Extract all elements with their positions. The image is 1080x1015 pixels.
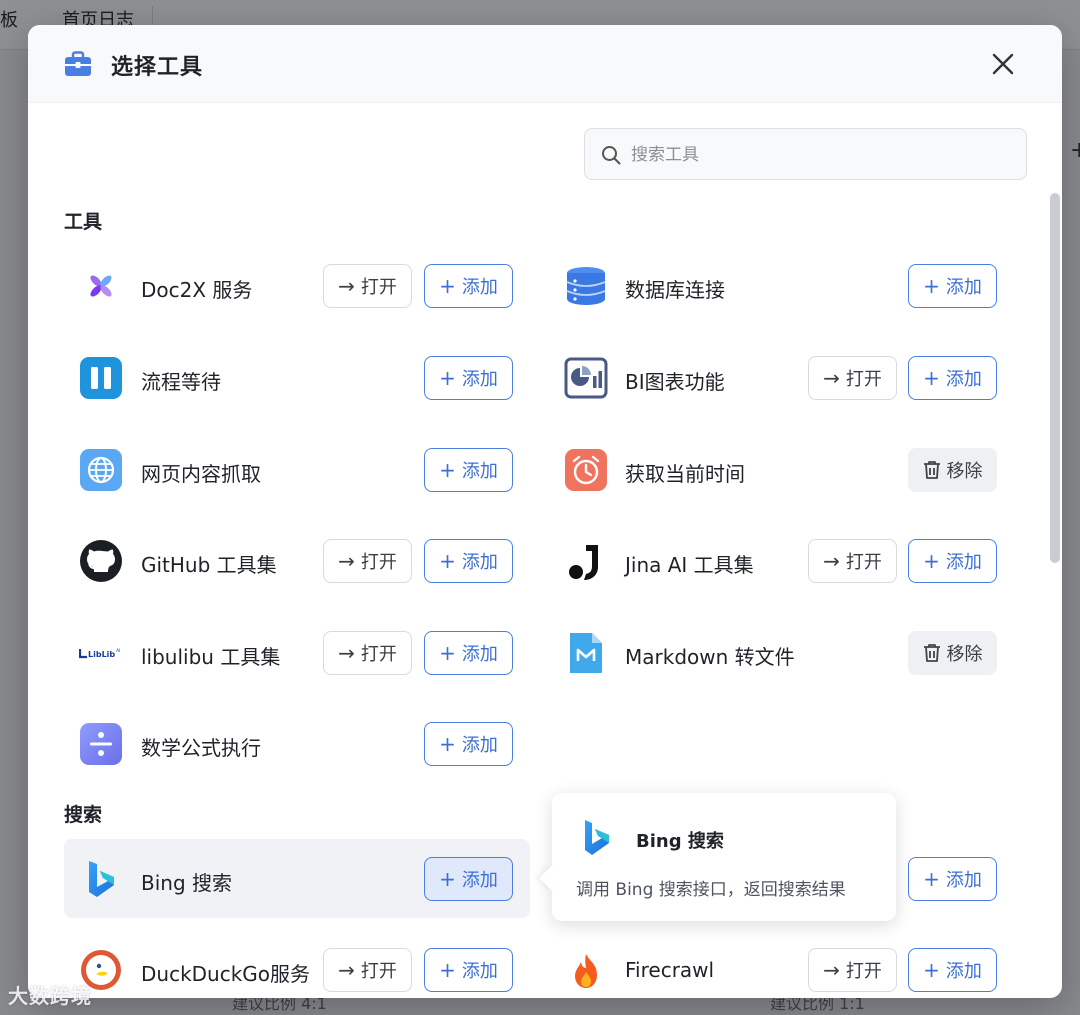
plus-icon: + bbox=[439, 732, 456, 756]
svg-text:AI: AI bbox=[116, 648, 120, 654]
trash-icon bbox=[923, 644, 940, 662]
arrow-right-icon: → bbox=[823, 549, 840, 573]
tooltip-title: Bing 搜索 bbox=[636, 831, 724, 852]
add-button-math[interactable]: + 添加 bbox=[424, 722, 513, 766]
open-button-doc2x[interactable]: → 打开 bbox=[323, 264, 412, 308]
tool-name: 数据库连接 bbox=[625, 278, 725, 302]
tool-name: Markdown 转文件 bbox=[625, 645, 795, 669]
modal-header: 选择工具 bbox=[28, 25, 1062, 103]
select-tool-modal: 选择工具 工具 Doc2X 服务 →打开 +添加 数据库连接 +添加 bbox=[28, 25, 1062, 998]
arrow-right-icon: → bbox=[338, 274, 355, 298]
github-icon bbox=[80, 540, 122, 582]
add-button-duckduckgo[interactable]: + 添加 bbox=[424, 948, 513, 992]
firecrawl-icon bbox=[575, 954, 597, 988]
tool-name: 数学公式执行 bbox=[141, 736, 261, 760]
arrow-right-icon: → bbox=[823, 958, 840, 982]
open-button-liblib[interactable]: → 打开 bbox=[323, 631, 412, 675]
trash-icon bbox=[923, 461, 940, 479]
tool-name: GitHub 工具集 bbox=[141, 553, 277, 577]
add-button-liblib[interactable]: + 添加 bbox=[424, 631, 513, 675]
tool-name: Jina AI 工具集 bbox=[625, 553, 754, 577]
plus-icon: + bbox=[439, 549, 456, 573]
add-button-firecrawl[interactable]: + 添加 bbox=[908, 948, 997, 992]
search-input[interactable] bbox=[631, 139, 1011, 171]
search-box bbox=[584, 128, 1027, 180]
tooltip-description: 调用 Bing 搜索接口，返回搜索结果 bbox=[576, 880, 846, 900]
toolbox-icon bbox=[65, 51, 91, 76]
search-icon bbox=[602, 146, 621, 165]
add-button-jina[interactable]: + 添加 bbox=[908, 539, 997, 583]
tool-name: Doc2X 服务 bbox=[141, 278, 253, 302]
tooltip: Bing 搜索 调用 Bing 搜索接口，返回搜索结果 bbox=[552, 793, 896, 921]
scrollbar[interactable] bbox=[1050, 193, 1060, 563]
close-icon[interactable] bbox=[988, 49, 1018, 79]
bi-chart-icon bbox=[564, 357, 608, 399]
arrow-right-icon: → bbox=[338, 641, 355, 665]
bing-icon bbox=[585, 820, 609, 855]
add-button-search-right[interactable]: + 添加 bbox=[908, 857, 997, 901]
plus-icon: + bbox=[439, 274, 456, 298]
open-button-jina[interactable]: → 打开 bbox=[808, 539, 897, 583]
plus-icon: + bbox=[923, 958, 940, 982]
plus-icon: + bbox=[439, 958, 456, 982]
tool-name: 网页内容抓取 bbox=[141, 462, 261, 486]
section-label-tools: 工具 bbox=[64, 211, 103, 233]
open-button-github[interactable]: → 打开 bbox=[323, 539, 412, 583]
modal-title: 选择工具 bbox=[111, 55, 204, 80]
tool-name: BI图表功能 bbox=[625, 370, 725, 394]
open-button-firecrawl[interactable]: → 打开 bbox=[808, 948, 897, 992]
remove-button-markdown[interactable]: 移除 bbox=[908, 631, 997, 675]
tool-name: Bing 搜索 bbox=[141, 871, 233, 895]
liblib-icon: LibLib AI bbox=[79, 648, 120, 659]
open-button-duckduckgo[interactable]: → 打开 bbox=[323, 948, 412, 992]
bing-icon bbox=[89, 861, 114, 897]
jina-icon bbox=[569, 545, 598, 580]
plus-icon: + bbox=[439, 366, 456, 390]
tool-name: Firecrawl bbox=[625, 958, 715, 982]
alarm-clock-icon bbox=[565, 449, 607, 491]
divide-icon bbox=[80, 723, 122, 765]
add-button-github[interactable]: + 添加 bbox=[424, 539, 513, 583]
plus-icon: + bbox=[439, 641, 456, 665]
plus-icon: + bbox=[923, 549, 940, 573]
tool-name: DuckDuckGo服务 bbox=[141, 962, 311, 986]
tool-name: libulibu 工具集 bbox=[141, 645, 281, 669]
svg-text:LibLib: LibLib bbox=[88, 650, 115, 659]
open-button-bi-chart[interactable]: → 打开 bbox=[808, 356, 897, 400]
plus-icon: + bbox=[439, 458, 456, 482]
globe-icon bbox=[80, 449, 122, 491]
arrow-right-icon: → bbox=[338, 958, 355, 982]
tool-name: 获取当前时间 bbox=[625, 462, 745, 486]
watermark: 大数跨境 bbox=[8, 984, 92, 1008]
add-button-database[interactable]: + 添加 bbox=[908, 264, 997, 308]
add-button-bing[interactable]: + 添加 bbox=[424, 857, 513, 901]
remove-button-current-time[interactable]: 移除 bbox=[908, 448, 997, 492]
tool-name: 流程等待 bbox=[141, 370, 221, 394]
arrow-right-icon: → bbox=[823, 366, 840, 390]
add-button-bi-chart[interactable]: + 添加 bbox=[908, 356, 997, 400]
plus-icon: + bbox=[923, 274, 940, 298]
arrow-right-icon: → bbox=[338, 549, 355, 573]
add-button-flow-wait[interactable]: + 添加 bbox=[424, 356, 513, 400]
add-button-web-scrape[interactable]: + 添加 bbox=[424, 448, 513, 492]
markdown-file-icon bbox=[570, 633, 602, 673]
doc2x-icon bbox=[90, 275, 112, 297]
section-label-search: 搜索 bbox=[64, 804, 103, 826]
plus-icon: + bbox=[439, 867, 456, 891]
plus-icon: + bbox=[923, 366, 940, 390]
add-button-doc2x[interactable]: + 添加 bbox=[424, 264, 513, 308]
database-icon bbox=[566, 267, 606, 305]
pause-icon bbox=[80, 357, 122, 399]
plus-icon: + bbox=[923, 867, 940, 891]
